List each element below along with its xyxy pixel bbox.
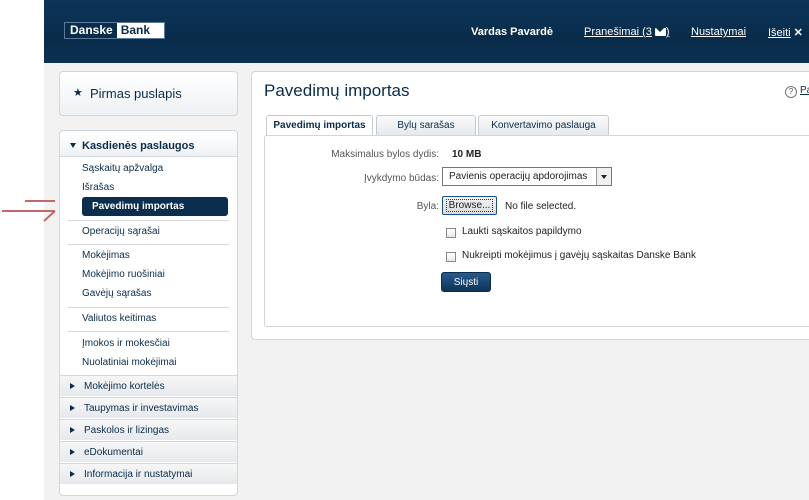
max-size-label: Maksimalus bylos dydis: [331,149,439,160]
danske-bank-logo[interactable]: Danske Bank [64,22,165,39]
category-loans[interactable]: Paskolos ir lizingas [60,419,237,440]
home-label: Pirmas puslapis [90,86,182,101]
help-icon: ? [785,86,797,98]
help-label: Pagalba [800,85,809,96]
chevron-right-icon [70,383,75,389]
chevron-right-icon [70,427,75,433]
sidebar-item-accounts-overview[interactable]: Sąskaitų apžvalga [82,163,163,174]
logo-bank-text: Bank [116,23,155,38]
sidebar-item-payment-templates[interactable]: Mokėjimo ruošiniai [82,269,165,280]
tab-files-list[interactable]: Bylų sarašas [376,115,476,135]
main-panel: Pavedimų importas ?Pagalba Pavedimų impo… [251,71,809,340]
tab-conversion-service[interactable]: Konvertavimo paslauga [478,115,609,135]
pointer-arrow-icon [2,200,56,222]
category-info-settings[interactable]: Informacija ir nustatymai [60,463,237,484]
redirect-payments-label: Nukreipti mokėjimus į gavėjų sąskaitas D… [462,250,696,261]
messages-link[interactable]: Pranešimai (3) [584,26,670,38]
browse-button[interactable]: Browse... [442,196,497,215]
messages-suffix: ) [665,26,670,38]
chevron-right-icon [70,471,75,477]
execution-mode-label: Įvykdymo būdas: [363,173,439,184]
file-label: Byla: [416,201,439,212]
sidebar-item-operations-lists[interactable]: Operacijų sąrašai [82,226,160,237]
execution-mode-value: Pavienis operacijų apdorojimas [449,171,588,182]
menu-divider [68,220,229,221]
category-label: Taupymas ir investavimas [84,403,199,414]
sidebar-item-statement[interactable]: Išrašas [82,182,114,193]
section-title: Kasdienės paslaugos [82,140,195,152]
close-icon: ✕ [793,27,803,39]
chevron-down-icon [596,168,611,185]
category-edocuments[interactable]: eDokumentai [60,441,237,462]
menu-divider [68,331,229,332]
import-form: Maksimalus bylos dydis: 10 MB Įvykdymo b… [264,135,809,327]
star-icon: ★ [73,87,83,99]
top-header: Danske Bank Vardas Pavardė Pranešimai (3… [44,0,809,63]
envelope-icon [654,28,666,36]
sidebar-menu: Kasdienės paslaugos Sąskaitų apžvalga Iš… [59,130,238,496]
chevron-right-icon [70,449,75,455]
sidebar-item-payees-list[interactable]: Gavėjų sąrašas [82,288,151,299]
sidebar-item-payment[interactable]: Mokėjimas [82,250,130,261]
user-name: Vardas Pavardė [471,26,553,38]
chevron-right-icon [70,405,75,411]
messages-label: Pranešimai (3 [584,26,652,38]
logo-danske-text: Danske [65,23,117,38]
sidebar-item-taxes[interactable]: Įmokos ir mokesčiai [82,338,170,349]
category-label: Informacija ir nustatymai [84,469,193,480]
section-kasdienes-paslaugos[interactable]: Kasdienės paslaugos [60,135,237,157]
settings-link[interactable]: Nustatymai [691,26,746,38]
logout-label: Išeiti [768,27,791,39]
submit-button[interactable]: Siųsti [441,272,491,292]
category-cards[interactable]: Mokėjimo kortelės [60,375,237,396]
execution-mode-select[interactable]: Pavienis operacijų apdorojimas [442,167,612,186]
sidebar-item-currency-exchange[interactable]: Valiutos keitimas [82,313,156,324]
wait-topup-checkbox[interactable] [446,228,456,238]
wait-topup-label: Laukti sąskaitos papildymo [462,226,582,237]
browse-label: Browse... [445,199,494,212]
tab-payment-import[interactable]: Pavedimų importas [266,115,373,136]
max-size-value: 10 MB [452,149,482,160]
sidebar-item-standing-orders[interactable]: Nuolatiniai mokėjimai [82,357,176,368]
menu-divider [68,244,229,245]
menu-divider [68,307,229,308]
category-savings[interactable]: Taupymas ir investavimas [60,397,237,418]
category-label: Paskolos ir lizingas [84,425,170,436]
logout-link[interactable]: Išeiti ✕ [768,26,803,39]
category-label: Mokėjimo kortelės [84,381,165,392]
redirect-payments-checkbox[interactable] [446,252,456,262]
sidebar-item-payment-import[interactable]: Pavedimų importas [82,197,228,216]
page-title: Pavedimų importas [264,81,410,100]
chevron-down-icon [70,143,76,148]
no-file-text: No file selected. [505,201,577,212]
sidebar-home[interactable]: ★ Pirmas puslapis [59,71,238,116]
help-link[interactable]: ?Pagalba [785,85,809,98]
category-label: eDokumentai [84,447,143,458]
